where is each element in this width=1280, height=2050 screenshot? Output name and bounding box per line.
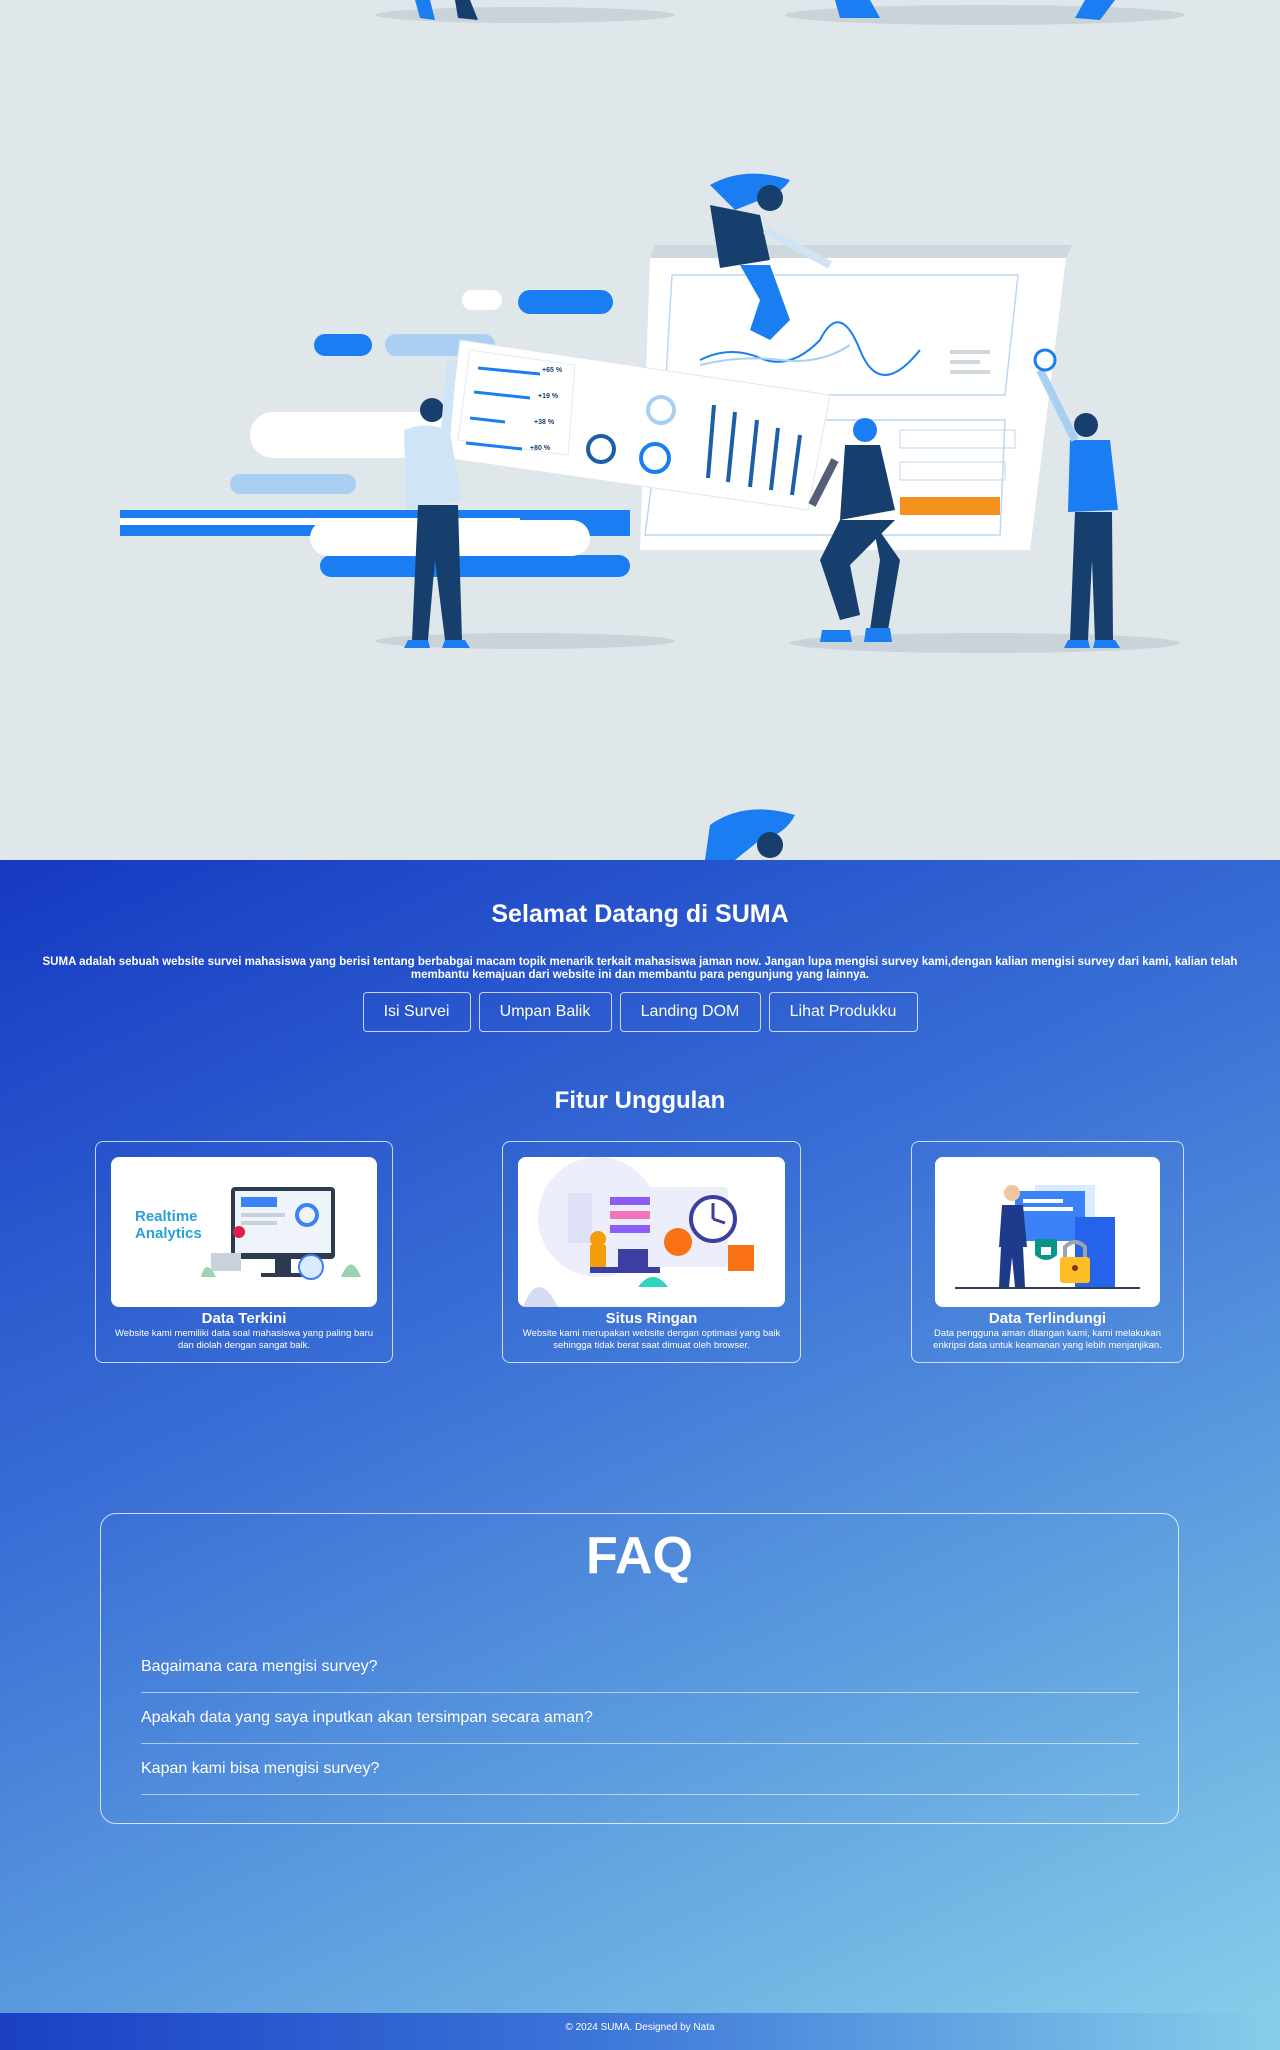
realtime-analytics-icon: Realtime Analytics	[111, 1157, 377, 1307]
faq-title: FAQ	[586, 1527, 693, 1585]
feature-title: Data Terlindungi	[988, 1310, 1107, 1327]
isi-survei-button[interactable]: Isi Survei	[362, 992, 471, 1032]
main-section: Selamat Datang di SUMA SUMA adalah sebua…	[0, 860, 1280, 2013]
thumb-text: Realtime	[135, 1208, 198, 1225]
faq-question[interactable]: Apakah data yang saya inputkan akan ters…	[141, 1693, 1139, 1744]
lihat-produkku-button[interactable]: Lihat Produkku	[768, 992, 918, 1032]
welcome-title: Selamat Datang di SUMA	[491, 900, 789, 928]
feature-desc: Website kami memiliki data soal mahasisw…	[114, 1328, 374, 1351]
umpan-balik-button[interactable]: Umpan Balik	[478, 992, 612, 1032]
hero-illustration: +65 % +19 % +38 % +80 %	[0, 0, 1280, 860]
footer: © 2024 SUMA. Designed by Nata	[0, 2013, 1280, 2050]
feature-card-data-terkini: Realtime Analytics Data Terkini Website …	[95, 1141, 393, 1363]
stat-label-1: +65 %	[542, 367, 563, 374]
stat-label-2: +19 %	[538, 393, 559, 400]
stat-label-4: +80 %	[530, 445, 551, 452]
feature-card-data-terlindungi: Data Terlindungi Data pengguna aman dita…	[911, 1141, 1184, 1363]
dashboard-team-illustration: +65 % +19 % +38 % +80 %	[120, 0, 1185, 860]
feature-title: Situs Ringan	[605, 1310, 698, 1327]
welcome-text: SUMA adalah sebuah website survei mahasi…	[42, 956, 1238, 981]
feature-desc: Website kami merupakan website dengan op…	[522, 1328, 781, 1351]
feature-desc: Data pengguna aman ditangan kami, kami m…	[933, 1328, 1162, 1351]
stat-label-3: +38 %	[534, 419, 555, 426]
faq-section: FAQ Bagaimana cara mengisi survey? Apaka…	[100, 1513, 1179, 1824]
footer-text: © 2024 SUMA. Designed by Nata	[565, 2022, 715, 2033]
faq-question[interactable]: Kapan kami bisa mengisi survey?	[141, 1744, 1139, 1795]
faq-question[interactable]: Bagaimana cara mengisi survey?	[141, 1642, 1139, 1693]
lightweight-site-icon	[518, 1157, 785, 1307]
svg-text:Analytics: Analytics	[135, 1225, 202, 1242]
landing-dom-button[interactable]: Landing DOM	[619, 992, 761, 1032]
feature-card-situs-ringan: Situs Ringan Website kami merupakan webs…	[502, 1141, 801, 1363]
feature-title: Data Terkini	[201, 1310, 287, 1327]
features-title: Fitur Unggulan	[554, 1087, 726, 1114]
action-buttons: Isi Survei Umpan Balik Landing DOM Lihat…	[0, 992, 1280, 1032]
security-guard-icon	[935, 1157, 1160, 1307]
